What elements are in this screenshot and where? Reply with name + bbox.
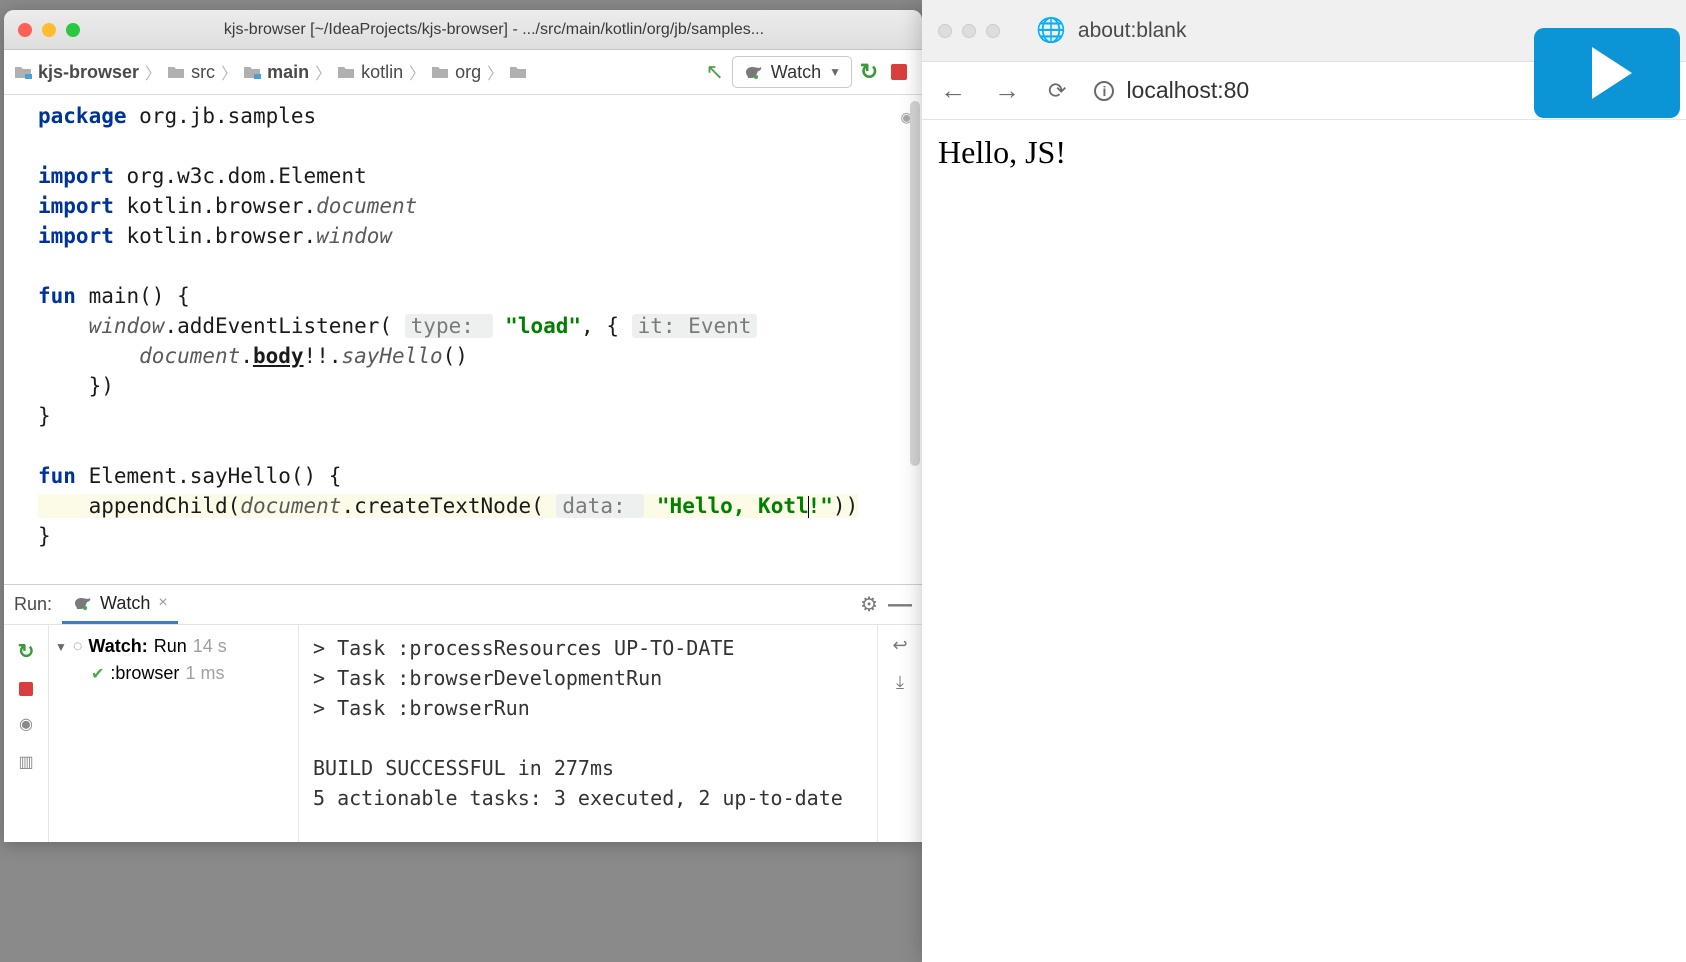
- chevron-right-icon: 〉: [143, 60, 163, 84]
- expand-arrow-icon[interactable]: ▼: [55, 640, 67, 654]
- run-right-toolbar: ↩ ⤓: [877, 625, 922, 842]
- stop-button[interactable]: [19, 682, 33, 696]
- chevron-right-icon: 〉: [313, 60, 333, 84]
- minimize-window-button[interactable]: [962, 24, 976, 38]
- run-panel-header: Run: Watch × ⚙ —: [4, 585, 922, 625]
- play-video-overlay[interactable]: [1534, 28, 1680, 118]
- run-tab-watch[interactable]: Watch ×: [62, 585, 178, 624]
- run-task-tree[interactable]: ▼ ◌ Watch: Run 14 s ✔ :browser 1 ms: [49, 625, 299, 842]
- settings-button[interactable]: ⚙: [860, 592, 878, 617]
- breadcrumb-kotlin[interactable]: kotlin: [337, 62, 403, 83]
- build-output[interactable]: > Task :processResources UP-TO-DATE > Ta…: [299, 625, 877, 842]
- show-button[interactable]: ◉: [19, 714, 33, 734]
- browser-window: 🌐 about:blank ← → ⟳ i localhost:80 Hello…: [922, 0, 1686, 962]
- soft-wrap-button[interactable]: ↩: [892, 635, 907, 656]
- code-editor[interactable]: ◉ package org.jb.samples import org.w3c.…: [4, 95, 922, 584]
- page-content: Hello, JS!: [922, 120, 1686, 962]
- source-code: package org.jb.samples import org.w3c.do…: [4, 95, 922, 557]
- breadcrumb-more[interactable]: [509, 65, 527, 79]
- check-icon: ✔: [91, 664, 104, 684]
- run-panel-body: ↻ ◉ ▥ ▼ ◌ Watch: Run 14 s ✔ :brows: [4, 625, 922, 842]
- page-text: Hello, JS!: [938, 134, 1066, 170]
- back-button[interactable]: ←: [940, 75, 966, 106]
- spinner-icon: ◌: [73, 638, 83, 656]
- forward-button[interactable]: →: [994, 75, 1020, 106]
- hide-panel-button[interactable]: —: [888, 591, 912, 619]
- scroll-end-button[interactable]: ⤓: [896, 672, 904, 693]
- tree-child-row[interactable]: ✔ :browser 1 ms: [55, 660, 292, 687]
- play-icon: [1592, 47, 1632, 99]
- site-info-icon[interactable]: i: [1094, 81, 1114, 101]
- folder-icon: [509, 65, 527, 79]
- ide-window: kjs-browser [~/IdeaProjects/kjs-browser]…: [4, 10, 922, 842]
- breadcrumb-project[interactable]: kjs-browser: [14, 62, 139, 83]
- breadcrumb-main[interactable]: main: [243, 62, 309, 83]
- folder-icon: [337, 65, 355, 79]
- folder-icon: [431, 65, 449, 79]
- window-title: kjs-browser [~/IdeaProjects/kjs-browser]…: [80, 21, 908, 39]
- run-label: Run:: [14, 594, 52, 615]
- scrollbar-thumb[interactable]: [910, 101, 920, 466]
- minimize-window-button[interactable]: [42, 23, 56, 37]
- reload-button[interactable]: ⟳: [1048, 78, 1066, 104]
- rerun-button[interactable]: ↻: [856, 59, 882, 85]
- chevron-down-icon: ▼: [829, 65, 841, 79]
- globe-icon: 🌐: [1036, 16, 1066, 45]
- zoom-window-button[interactable]: [986, 24, 1000, 38]
- chevron-right-icon: 〉: [407, 60, 427, 84]
- breadcrumb-src[interactable]: src: [167, 62, 215, 83]
- breadcrumb-org[interactable]: org: [431, 62, 481, 83]
- ide-titlebar: kjs-browser [~/IdeaProjects/kjs-browser]…: [4, 10, 922, 50]
- chevron-right-icon: 〉: [485, 60, 505, 84]
- gradle-icon: [743, 64, 763, 80]
- chevron-right-icon: 〉: [219, 60, 239, 84]
- browser-window-controls: [938, 24, 1000, 38]
- rerun-button[interactable]: ↻: [18, 639, 35, 664]
- close-window-button[interactable]: [18, 23, 32, 37]
- folder-icon: [167, 65, 185, 79]
- window-controls: [18, 23, 80, 37]
- navigation-toolbar: kjs-browser 〉 src 〉 main 〉 kotlin 〉 org: [4, 50, 922, 95]
- layout-button[interactable]: ▥: [18, 752, 33, 772]
- stop-icon: [891, 64, 907, 80]
- gradle-icon: [72, 595, 92, 611]
- rerun-icon: ↻: [860, 59, 878, 85]
- run-config-selector[interactable]: Watch ▼: [732, 56, 852, 88]
- run-left-toolbar: ↻ ◉ ▥: [4, 625, 49, 842]
- stop-button[interactable]: [886, 59, 912, 85]
- folder-icon: [14, 65, 32, 79]
- build-button[interactable]: ↖: [702, 59, 728, 85]
- close-tab-button[interactable]: ×: [158, 594, 167, 612]
- url-text: localhost:80: [1126, 77, 1249, 104]
- close-window-button[interactable]: [938, 24, 952, 38]
- folder-icon: [243, 65, 261, 79]
- run-tool-window: Run: Watch × ⚙ — ↻ ◉ ▥: [4, 584, 922, 842]
- zoom-window-button[interactable]: [66, 23, 80, 37]
- browser-tab-title[interactable]: about:blank: [1078, 19, 1187, 43]
- tree-root-row[interactable]: ▼ ◌ Watch: Run 14 s: [55, 633, 292, 660]
